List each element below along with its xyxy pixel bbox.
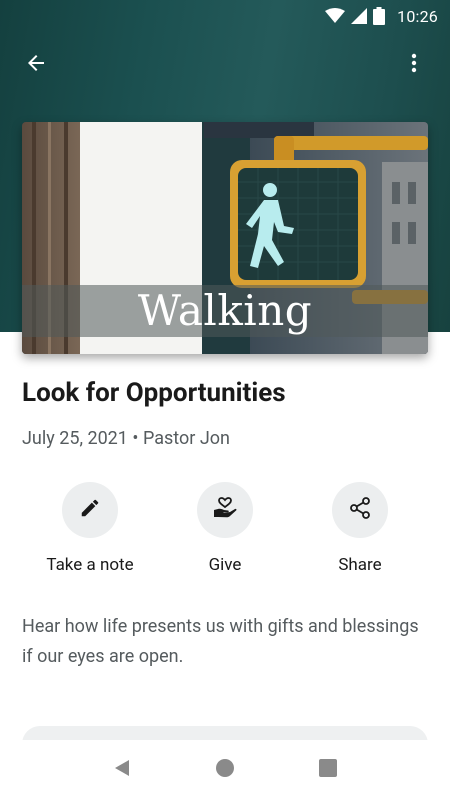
give-label: Give <box>208 555 242 575</box>
take-a-note-button[interactable]: Take a note <box>20 482 160 575</box>
nav-recents-button[interactable] <box>308 750 348 790</box>
system-navigation-bar <box>0 740 450 800</box>
sermon-speaker: Pastor Jon <box>142 428 230 449</box>
series-title: Walking <box>22 285 428 337</box>
meta-separator: • <box>132 428 139 449</box>
pencil-icon <box>79 497 101 523</box>
share-circle[interactable] <box>332 482 388 538</box>
status-bar: 10:26 <box>0 0 450 32</box>
give-button[interactable]: Give <box>155 482 295 575</box>
app-bar <box>0 40 450 90</box>
sermon-description: Hear how life presents us with gifts and… <box>22 616 419 667</box>
sermon-meta: July 25, 2021 • Pastor Jon <box>22 428 230 449</box>
take-a-note-circle[interactable] <box>62 482 118 538</box>
wifi-icon <box>325 8 346 24</box>
nav-home-button[interactable] <box>205 750 245 790</box>
sermon-date: July 25, 2021 <box>22 428 128 449</box>
action-row: Take a note Give Share <box>0 482 450 582</box>
series-hero-image: Walking <box>22 122 428 354</box>
more-vertical-icon <box>402 51 426 79</box>
share-label: Share <box>338 555 382 575</box>
share-icon <box>348 496 372 524</box>
battery-icon <box>373 7 386 25</box>
give-circle[interactable] <box>197 482 253 538</box>
nav-recents-icon <box>318 758 338 782</box>
back-button[interactable] <box>16 45 56 85</box>
nav-home-icon <box>215 758 235 782</box>
cellular-signal-icon <box>351 8 368 24</box>
more-options-button[interactable] <box>394 45 434 85</box>
status-time: 10:26 <box>397 6 438 26</box>
arrow-back-icon <box>24 51 48 79</box>
take-a-note-label: Take a note <box>46 555 134 575</box>
sermon-title: Look for Opportunities <box>22 378 286 408</box>
share-button[interactable]: Share <box>290 482 430 575</box>
heart-hand-icon <box>212 495 238 525</box>
nav-back-icon <box>112 758 132 782</box>
nav-back-button[interactable] <box>102 750 142 790</box>
